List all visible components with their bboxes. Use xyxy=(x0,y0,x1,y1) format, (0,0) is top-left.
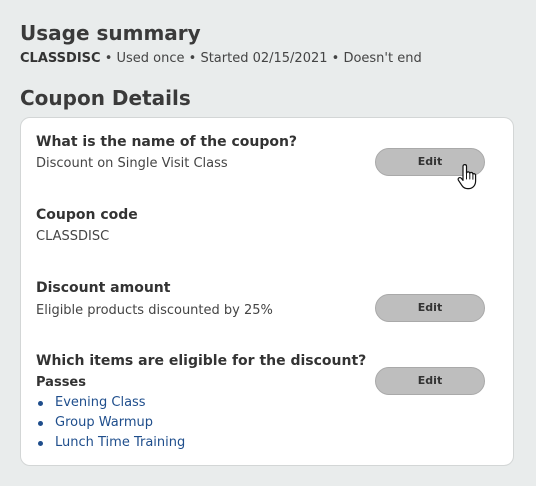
coupon-code-value: CLASSDISC xyxy=(36,229,110,244)
list-item: Lunch Time Training xyxy=(36,433,185,453)
item-link-lunch-time-training[interactable]: Lunch Time Training xyxy=(55,435,185,450)
coupon-details-card: What is the name of the coupon? Discount… xyxy=(20,117,514,466)
usage-summary-title: Usage summary xyxy=(20,21,201,45)
item-link-evening-class[interactable]: Evening Class xyxy=(55,395,146,410)
coupon-code-label: Coupon code xyxy=(36,207,138,223)
list-item: Group Warmup xyxy=(36,413,185,433)
bullet-icon xyxy=(38,441,43,446)
edit-eligible-items-button[interactable]: Edit xyxy=(375,367,485,395)
item-link-group-warmup[interactable]: Group Warmup xyxy=(55,415,153,430)
hand-pointer-icon xyxy=(457,164,477,190)
bullet-icon xyxy=(38,421,43,426)
eligible-items-label: Which items are eligible for the discoun… xyxy=(36,353,367,369)
eligible-items-list: Evening Class Group Warmup Lunch Time Tr… xyxy=(36,393,185,453)
usage-details: • Used once • Started 02/15/2021 • Doesn… xyxy=(104,51,422,66)
edit-discount-amount-button[interactable]: Edit xyxy=(375,294,485,322)
coupon-details-title: Coupon Details xyxy=(20,86,191,110)
discount-amount-label: Discount amount xyxy=(36,280,171,296)
list-item: Evening Class xyxy=(36,393,185,413)
coupon-name-value: Discount on Single Visit Class xyxy=(36,156,228,171)
discount-amount-value: Eligible products discounted by 25% xyxy=(36,303,273,318)
coupon-name-label: What is the name of the coupon? xyxy=(36,134,298,150)
bullet-icon xyxy=(38,401,43,406)
usage-summary-line: CLASSDISC • Used once • Started 02/15/20… xyxy=(20,50,422,68)
passes-label: Passes xyxy=(36,375,86,390)
usage-coupon-code: CLASSDISC xyxy=(20,51,101,66)
